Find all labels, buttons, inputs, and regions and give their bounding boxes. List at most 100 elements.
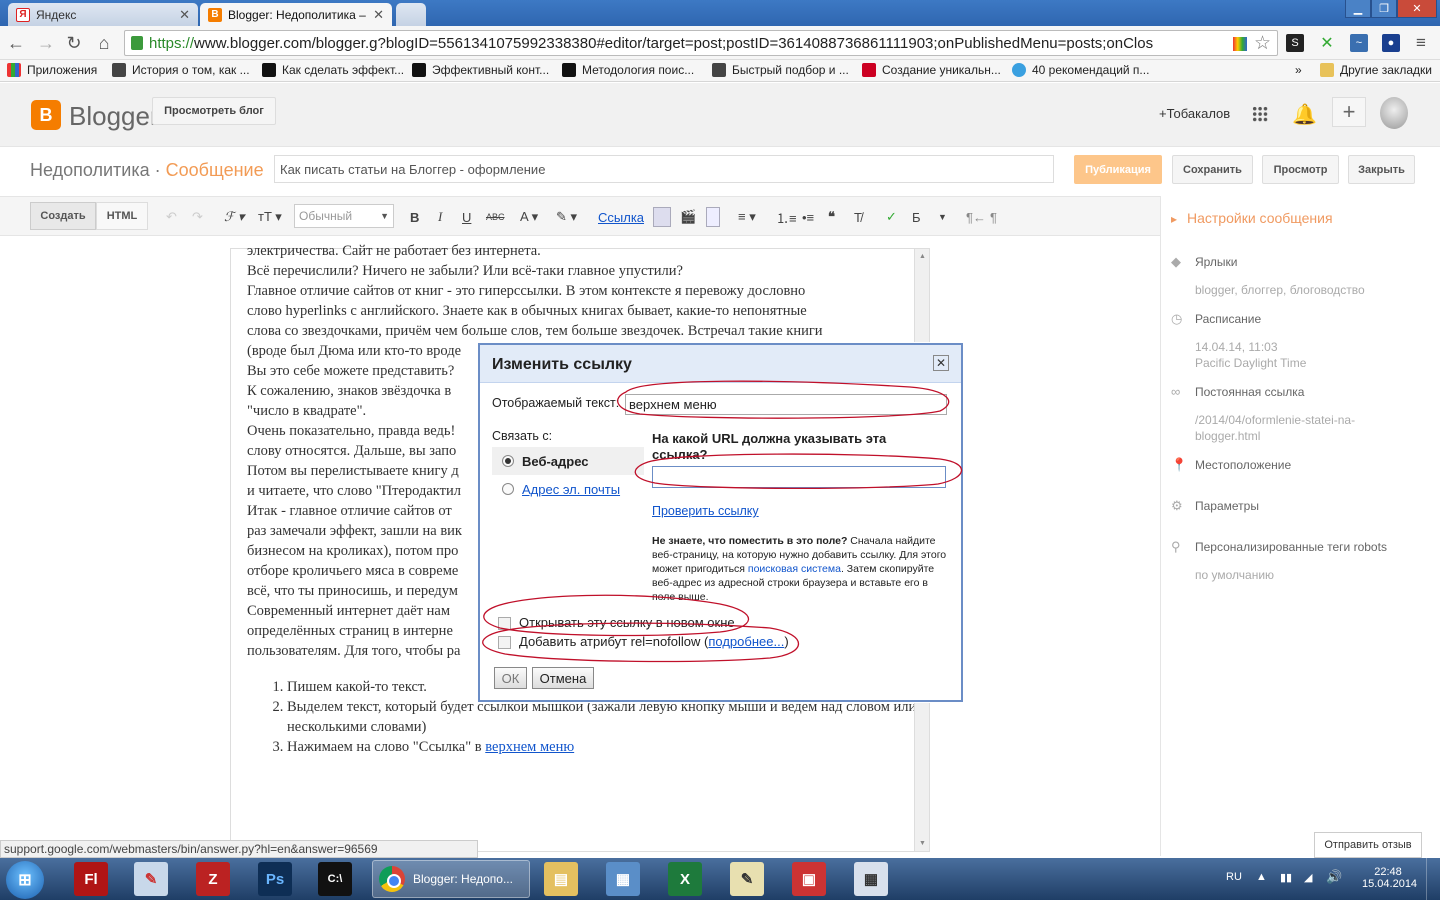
chevron-down-icon[interactable]: ▼ bbox=[938, 207, 947, 227]
remote-app-icon[interactable]: ▦ bbox=[606, 862, 640, 896]
star-icon[interactable]: ☆ bbox=[1254, 32, 1271, 55]
input-tools-button[interactable]: Б bbox=[912, 207, 921, 227]
minimize-icon[interactable]: ▁ bbox=[1345, 0, 1371, 18]
language-indicator[interactable]: RU bbox=[1226, 871, 1242, 883]
quote-icon[interactable]: ❝ bbox=[828, 207, 835, 227]
sidebar-item-permalink[interactable]: ∞ Постоянная ссылка bbox=[1171, 384, 1304, 399]
spellcheck-icon[interactable]: ✓ bbox=[886, 207, 897, 227]
format-select[interactable]: Обычный ▼ bbox=[294, 204, 394, 228]
reload-icon[interactable]: ↻ bbox=[64, 33, 84, 53]
volume-icon[interactable]: 🔊 bbox=[1326, 869, 1342, 885]
clear-formatting-icon[interactable]: T̸ bbox=[854, 207, 862, 227]
cancel-button[interactable]: Отмена bbox=[532, 667, 594, 689]
font-family-icon[interactable]: ℱ ▾ bbox=[224, 207, 244, 227]
bookmark-item[interactable]: 40 рекомендаций п... bbox=[1012, 63, 1149, 77]
preview-button[interactable]: Просмотр bbox=[1262, 155, 1339, 184]
sidebar-item-options[interactable]: ⚙ Параметры bbox=[1171, 498, 1259, 514]
image-app-icon[interactable]: ▣ bbox=[792, 862, 826, 896]
blogger-logo-icon[interactable]: B bbox=[31, 100, 61, 130]
explorer-app-icon[interactable]: ▤ bbox=[544, 862, 578, 896]
save-button[interactable]: Сохранить bbox=[1172, 155, 1253, 184]
user-extension-icon[interactable]: ● bbox=[1382, 34, 1400, 52]
blog-name[interactable]: Недополитика bbox=[30, 160, 150, 180]
search-engine-link[interactable]: поисковая система bbox=[748, 563, 841, 575]
view-blog-button[interactable]: Просмотреть блог bbox=[152, 97, 276, 125]
photoshop-app-icon[interactable]: Ps bbox=[258, 862, 292, 896]
nofollow-checkbox[interactable]: Добавить атрибут rel=nofollow (подробнее… bbox=[498, 634, 789, 650]
video-icon[interactable]: 🎬 bbox=[680, 207, 696, 227]
scroll-up-icon[interactable]: ▲ bbox=[919, 253, 926, 260]
other-bookmarks[interactable]: Другие закладки bbox=[1320, 63, 1432, 77]
bookmark-item[interactable]: Создание уникальн... bbox=[862, 63, 1001, 77]
ok-button[interactable]: ОК bbox=[494, 667, 527, 689]
radio-email-address[interactable]: Адрес эл. почты bbox=[492, 477, 644, 501]
calculator-app-icon[interactable]: ▦ bbox=[854, 862, 888, 896]
network-icon[interactable]: ▮▮ bbox=[1280, 871, 1292, 884]
taskbar-chrome-window[interactable]: Blogger: Недопо... bbox=[372, 860, 530, 898]
bookmarks-overflow[interactable]: » bbox=[1295, 63, 1302, 77]
seo-extension-icon[interactable]: S bbox=[1286, 34, 1304, 52]
signal-icon[interactable]: ◢ bbox=[1304, 871, 1312, 884]
bookmark-item[interactable]: История о том, как ... bbox=[112, 63, 250, 77]
scroll-down-icon[interactable]: ▼ bbox=[919, 840, 926, 847]
bookmark-item[interactable]: Эффективный конт... bbox=[412, 63, 549, 77]
share-plus-icon[interactable]: + bbox=[1332, 97, 1366, 127]
sidebar-item-labels[interactable]: ◆ Ярлыки bbox=[1171, 254, 1238, 270]
user-name-link[interactable]: +Тобакалов bbox=[1159, 106, 1230, 121]
image-icon[interactable] bbox=[653, 207, 671, 227]
notepad-app-icon[interactable]: ✎ bbox=[730, 862, 764, 896]
show-desktop-button[interactable] bbox=[1426, 858, 1440, 900]
apps-grid-icon[interactable] bbox=[1252, 106, 1268, 122]
clock[interactable]: 22:48 15.04.2014 bbox=[1362, 866, 1417, 890]
publish-button[interactable]: Публикация bbox=[1074, 155, 1162, 184]
highlight-icon[interactable]: ✎ ▾ bbox=[556, 207, 577, 227]
strikethrough-button[interactable]: ABC bbox=[486, 207, 505, 227]
html-mode-button[interactable]: HTML bbox=[96, 202, 148, 230]
rtl-icon[interactable]: ¶ bbox=[990, 207, 997, 227]
home-icon[interactable]: ⌂ bbox=[94, 33, 114, 53]
radio-web-address[interactable]: Веб-адрес bbox=[492, 447, 644, 475]
bookmark-apps[interactable]: Приложения bbox=[7, 63, 97, 77]
undo-icon[interactable]: ↶ bbox=[166, 207, 177, 227]
terminal-app-icon[interactable]: C:\ bbox=[318, 862, 352, 896]
underline-button[interactable]: U bbox=[462, 207, 471, 227]
color-extension-icon[interactable]: ✕ bbox=[1318, 34, 1336, 52]
text-color-icon[interactable]: A ▾ bbox=[520, 207, 538, 227]
post-title-input[interactable]: Как писать статьи на Блоггер - оформлени… bbox=[274, 155, 1054, 183]
close-icon[interactable]: ✕ bbox=[373, 7, 384, 23]
bullet-list-icon[interactable]: •≡ bbox=[802, 207, 814, 227]
window-close-icon[interactable]: ✕ bbox=[1397, 0, 1437, 18]
blogger-logo-text[interactable]: Blogger bbox=[69, 101, 159, 132]
more-info-link[interactable]: подробнее... bbox=[708, 634, 784, 649]
close-icon[interactable]: ✕ bbox=[933, 355, 949, 371]
send-feedback-button[interactable]: Отправить отзыв bbox=[1314, 832, 1422, 858]
post-settings-header[interactable]: Настройки сообщения bbox=[1187, 210, 1333, 226]
display-text-input[interactable]: верхнем меню bbox=[625, 394, 947, 415]
flash-app-icon[interactable]: Fl bbox=[74, 862, 108, 896]
italic-button[interactable]: I bbox=[438, 207, 442, 227]
new-tab-button[interactable] bbox=[396, 3, 426, 26]
tab-yandex[interactable]: Я Яндекс ✕ bbox=[8, 3, 198, 26]
new-window-checkbox[interactable]: Открывать эту ссылку в новом окне bbox=[498, 615, 735, 631]
restore-icon[interactable]: ❐ bbox=[1371, 0, 1397, 18]
chart-extension-icon[interactable]: ~ bbox=[1350, 34, 1368, 52]
numbered-list-icon[interactable]: ⒈≡ bbox=[776, 207, 797, 227]
back-icon[interactable]: ← bbox=[6, 33, 26, 53]
bookmark-item[interactable]: Быстрый подбор и ... bbox=[712, 63, 849, 77]
editor-link[interactable]: верхнем меню bbox=[485, 739, 574, 755]
avatar[interactable] bbox=[1380, 97, 1408, 129]
bell-icon[interactable]: 🔔 bbox=[1292, 102, 1317, 127]
bookmark-item[interactable]: Методология поис... bbox=[562, 63, 694, 77]
bold-button[interactable]: B bbox=[410, 207, 419, 227]
close-icon[interactable]: ✕ bbox=[179, 7, 190, 23]
url-input[interactable] bbox=[652, 466, 946, 488]
link-button[interactable]: Ссылка bbox=[598, 207, 644, 227]
start-button[interactable]: ⊞ bbox=[6, 861, 44, 899]
close-editor-button[interactable]: Закрыть bbox=[1348, 155, 1415, 184]
excel-app-icon[interactable]: X bbox=[668, 862, 702, 896]
forward-icon[interactable]: → bbox=[36, 33, 56, 53]
menu-icon[interactable]: ≡ bbox=[1416, 33, 1426, 53]
sidebar-item-robots[interactable]: ⚲ Персонализированные теги robots bbox=[1171, 539, 1387, 555]
sidebar-item-schedule[interactable]: ◷ Расписание bbox=[1171, 311, 1261, 327]
sidebar-item-location[interactable]: 📍 Местоположение bbox=[1171, 457, 1291, 473]
